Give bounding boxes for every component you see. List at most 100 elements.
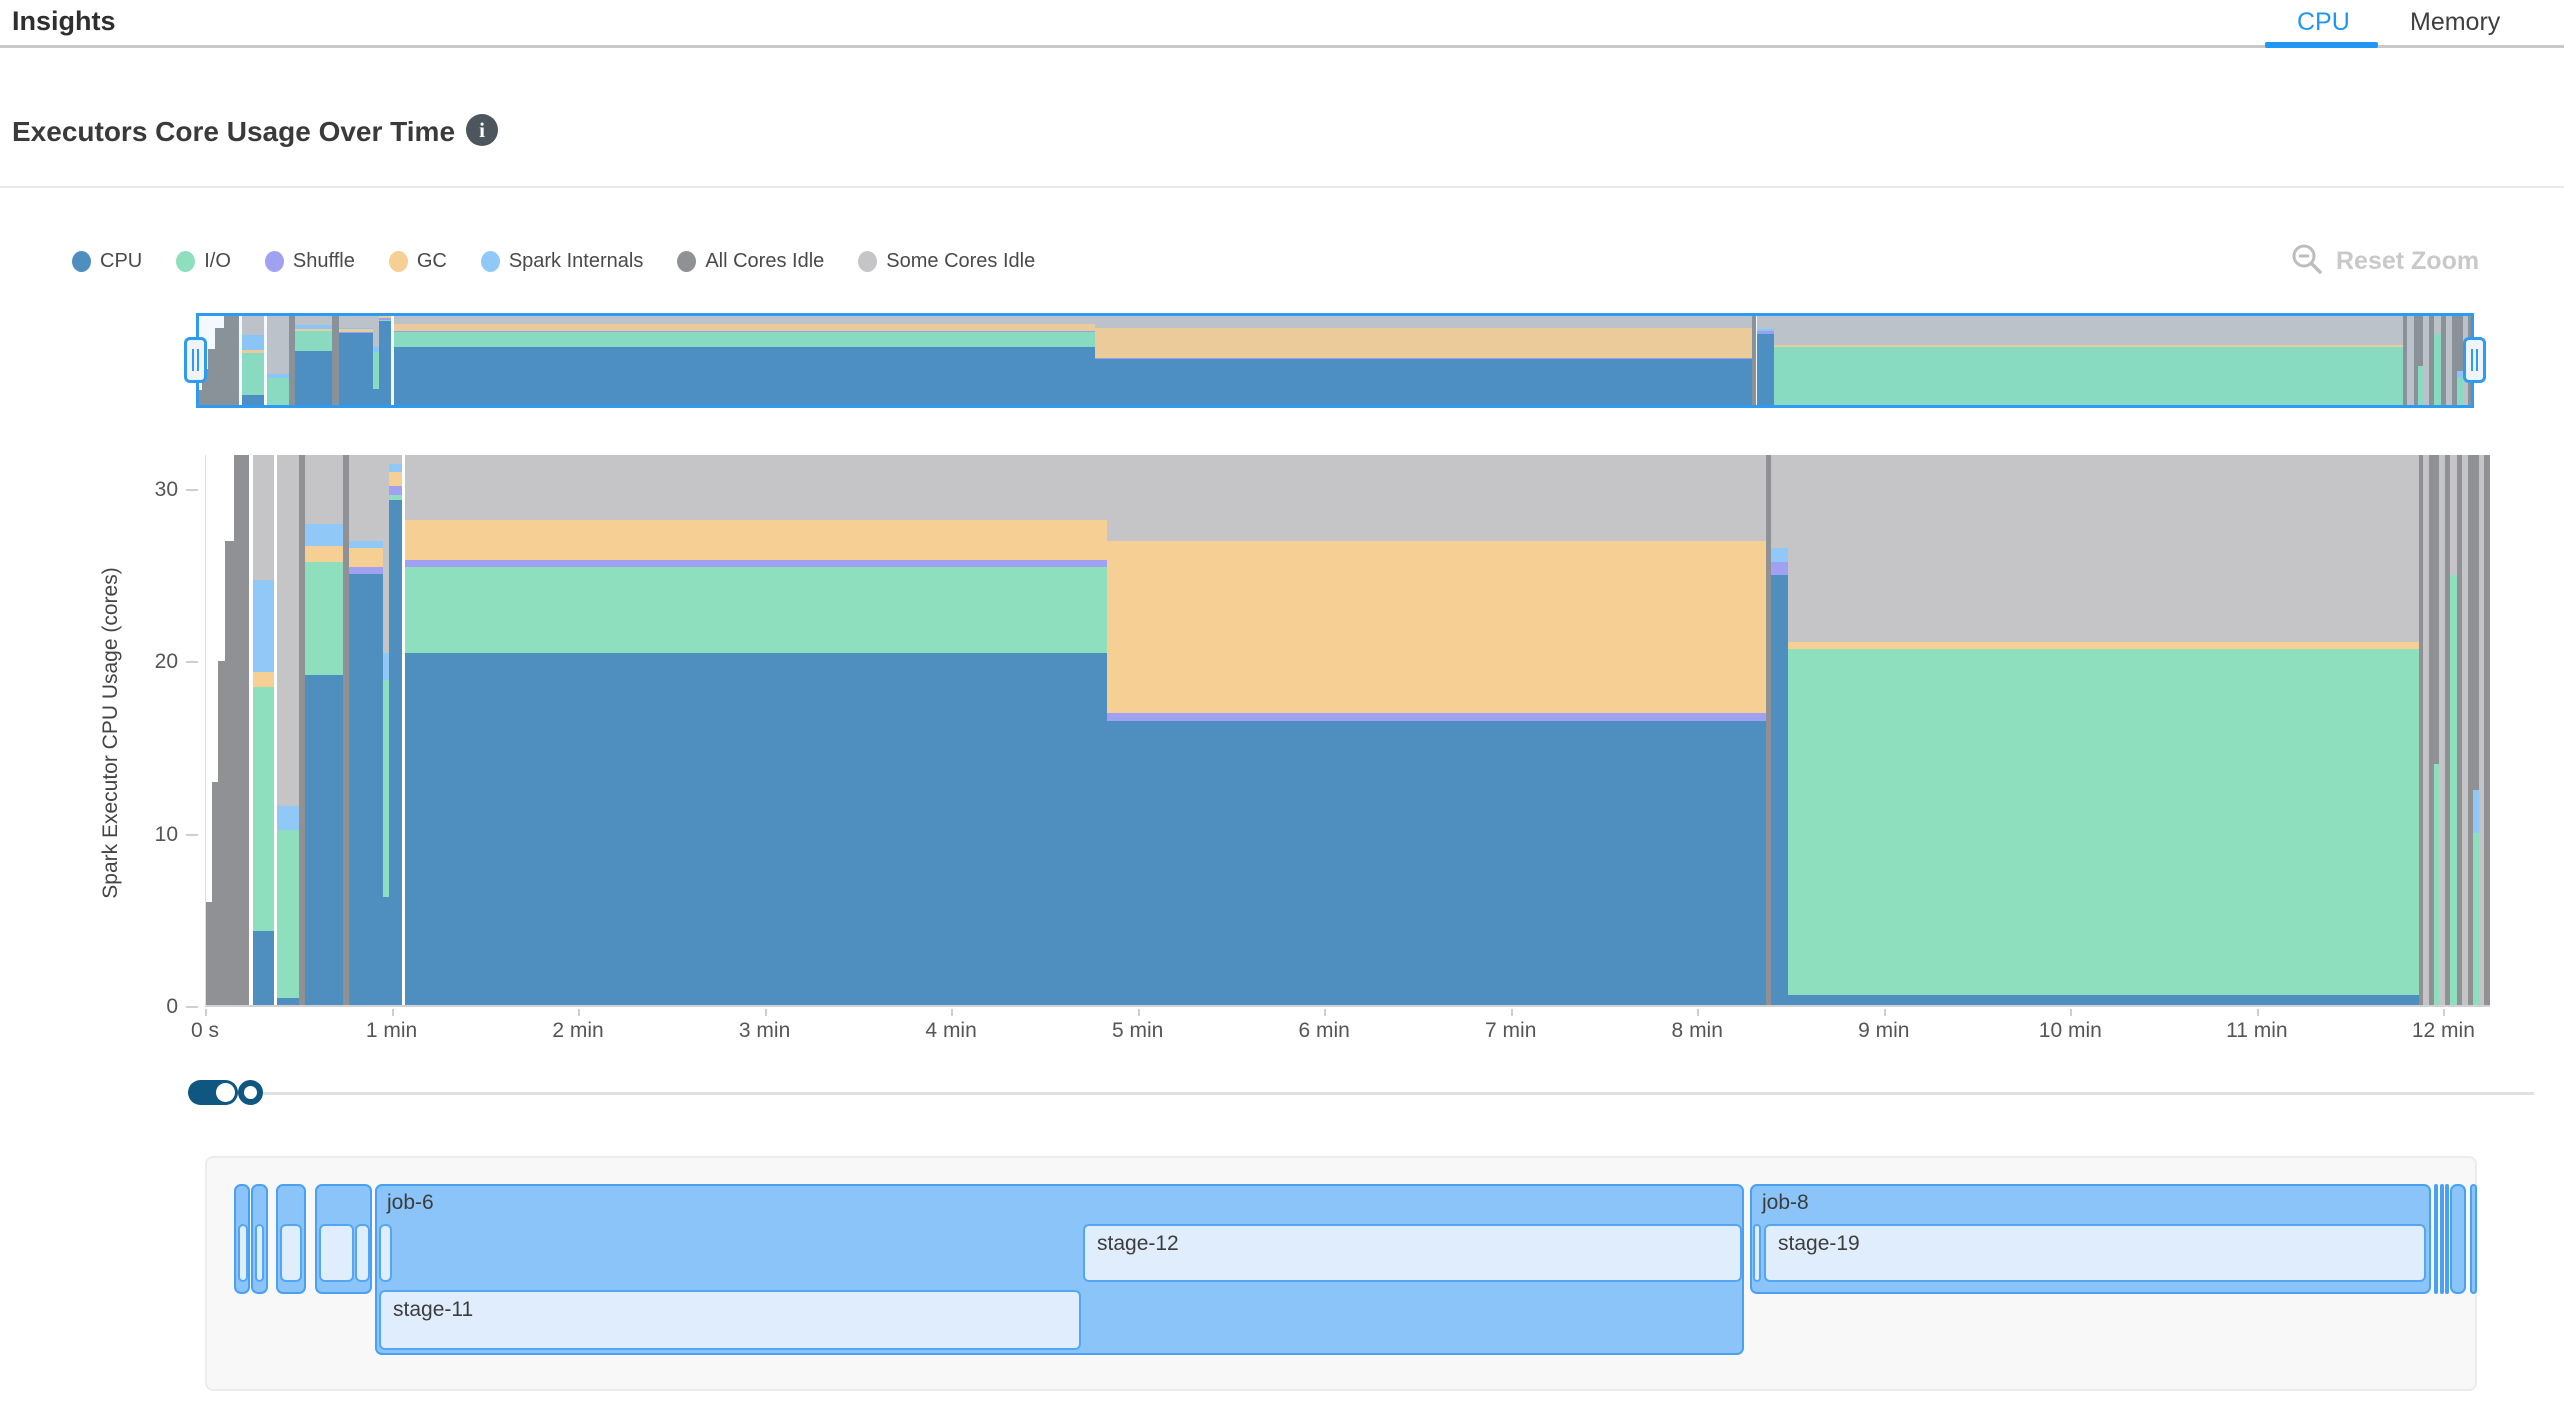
slider-toggle[interactable]	[188, 1080, 238, 1105]
layer-some_idle	[2450, 455, 2458, 575]
job-bar[interactable]	[2470, 1184, 2477, 1294]
legend-label: CPU	[100, 250, 142, 273]
legend-item-cpu: CPU	[72, 250, 142, 273]
brush-selection[interactable]	[196, 313, 2474, 408]
y-axis-title: Spark Executor CPU Usage (cores)	[96, 455, 126, 1007]
y-tick-mark	[186, 489, 198, 491]
y-tick-mark	[186, 1006, 198, 1008]
reset-zoom-label: Reset Zoom	[2336, 247, 2479, 276]
chart-segment	[305, 455, 342, 1005]
x-tick-mark	[2443, 1009, 2445, 1016]
layer-io	[305, 562, 342, 675]
x-tick-mark	[765, 1009, 767, 1016]
stage-label: stage-19	[1766, 1226, 2424, 1256]
legend-dot-some_idle	[858, 251, 877, 272]
layer-all_idle	[234, 455, 250, 1005]
x-tick-label: 1 min	[366, 1019, 417, 1043]
x-tick-mark	[2070, 1009, 2072, 1016]
job-label: job-6	[377, 1186, 1742, 1215]
job-bar[interactable]	[2450, 1184, 2466, 1294]
layer-some_idle	[389, 455, 401, 464]
slider-track[interactable]	[252, 1092, 2534, 1095]
layer-shuffle	[405, 560, 1107, 567]
tab-memory[interactable]: Memory	[2410, 8, 2500, 37]
legend-label: Some Cores Idle	[886, 250, 1035, 273]
layer-gc	[389, 472, 401, 486]
layer-some_idle	[349, 455, 383, 541]
x-tick-label: 9 min	[1858, 1019, 1909, 1043]
brush-handle-right[interactable]	[2463, 337, 2486, 383]
layer-some_idle	[277, 455, 299, 806]
info-icon[interactable]: i	[466, 114, 498, 146]
x-tick-mark	[578, 1009, 580, 1016]
stage-bar[interactable]	[379, 1224, 392, 1282]
legend-dot-all_idle	[677, 251, 696, 272]
layer-internals	[305, 524, 342, 546]
y-tick-mark	[186, 834, 198, 836]
y-tick-label: 20	[134, 650, 178, 674]
y-tick-label: 30	[134, 478, 178, 502]
legend-item-some_idle: Some Cores Idle	[858, 250, 1035, 273]
x-tick-label: 4 min	[925, 1019, 976, 1043]
layer-cpu	[1107, 721, 1766, 1005]
x-tick-label: 5 min	[1112, 1019, 1163, 1043]
x-tick-label: 12 min	[2412, 1019, 2475, 1043]
brush-handle-left[interactable]	[184, 337, 207, 383]
layer-io	[277, 830, 299, 998]
x-tick-label: 10 min	[2039, 1019, 2102, 1043]
x-tick-mark	[205, 1009, 207, 1016]
layer-cpu	[349, 574, 383, 1005]
stage-bar-stage-11[interactable]: stage-11	[379, 1290, 1081, 1350]
slider-handle[interactable]	[238, 1080, 263, 1105]
y-tick-mark	[186, 661, 198, 663]
stage-bar-stage-12[interactable]: stage-12	[1083, 1224, 1742, 1282]
layer-some_idle	[1788, 455, 2419, 642]
legend-item-gc: GC	[389, 250, 447, 273]
stage-bar[interactable]	[355, 1224, 370, 1282]
job-bar[interactable]	[2445, 1184, 2449, 1294]
stage-bar-stage-19[interactable]: stage-19	[1764, 1224, 2426, 1282]
tab-cpu[interactable]: CPU	[2297, 8, 2350, 37]
reset-zoom-button[interactable]: Reset Zoom	[2290, 242, 2479, 281]
stage-bar[interactable]	[319, 1224, 354, 1282]
chart-segment	[225, 455, 234, 1005]
chart-segment	[1788, 455, 2419, 1005]
stage-label: stage-11	[381, 1292, 1079, 1322]
x-axis: 0 s1 min2 min3 min4 min5 min6 min7 min8 …	[205, 1009, 2490, 1055]
active-tab-underline	[2265, 42, 2378, 48]
layer-some_idle	[305, 455, 342, 524]
legend-dot-shuffle	[265, 251, 284, 272]
layer-gc	[1107, 541, 1766, 713]
layer-gc	[405, 520, 1107, 560]
layer-gc	[349, 548, 383, 567]
layer-cpu	[1771, 575, 1788, 1005]
toggle-knob	[216, 1083, 235, 1102]
insights-page: Insights CPU Memory Executors Core Usage…	[0, 0, 2564, 1404]
overview-chart[interactable]	[196, 313, 2474, 408]
legend-item-all_idle: All Cores Idle	[677, 250, 824, 273]
job-bar[interactable]	[2434, 1184, 2438, 1294]
stage-bar[interactable]	[255, 1224, 264, 1282]
layer-cpu	[305, 675, 342, 1005]
layer-cpu	[277, 998, 299, 1005]
x-tick-label: 2 min	[552, 1019, 603, 1043]
layer-internals	[349, 541, 383, 548]
x-tick-mark	[951, 1009, 953, 1016]
legend-item-shuffle: Shuffle	[265, 250, 355, 273]
job-bar[interactable]	[2440, 1184, 2444, 1294]
layer-some_idle	[1107, 455, 1766, 541]
y-tick-label: 10	[134, 823, 178, 847]
stage-bar[interactable]	[1753, 1224, 1761, 1282]
stage-bar[interactable]	[280, 1224, 302, 1282]
timeline-slider	[188, 1080, 2536, 1108]
stage-bar[interactable]	[238, 1224, 248, 1282]
layer-cpu	[405, 653, 1107, 1005]
section-divider	[0, 186, 2564, 188]
layer-cpu	[253, 931, 275, 1005]
layer-some_idle	[1771, 455, 1788, 548]
chart-segment	[253, 455, 275, 1005]
layer-io	[253, 687, 275, 931]
x-tick-label: 0 s	[191, 1019, 219, 1043]
x-tick-mark	[2257, 1009, 2259, 1016]
job-label: job-8	[1752, 1186, 2429, 1215]
